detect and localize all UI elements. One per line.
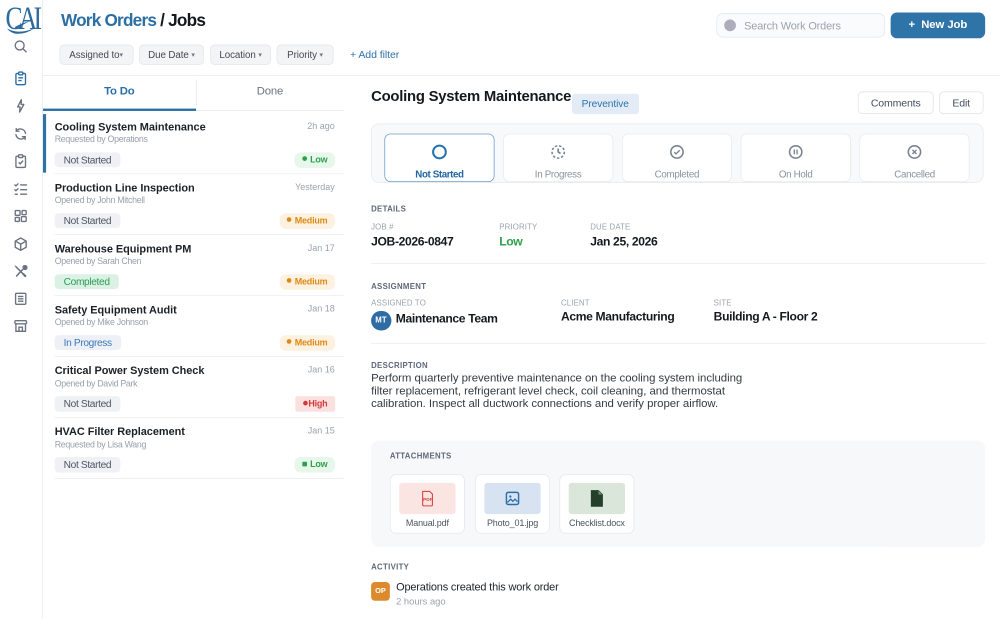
svg-text:PDF: PDF [423, 497, 432, 502]
